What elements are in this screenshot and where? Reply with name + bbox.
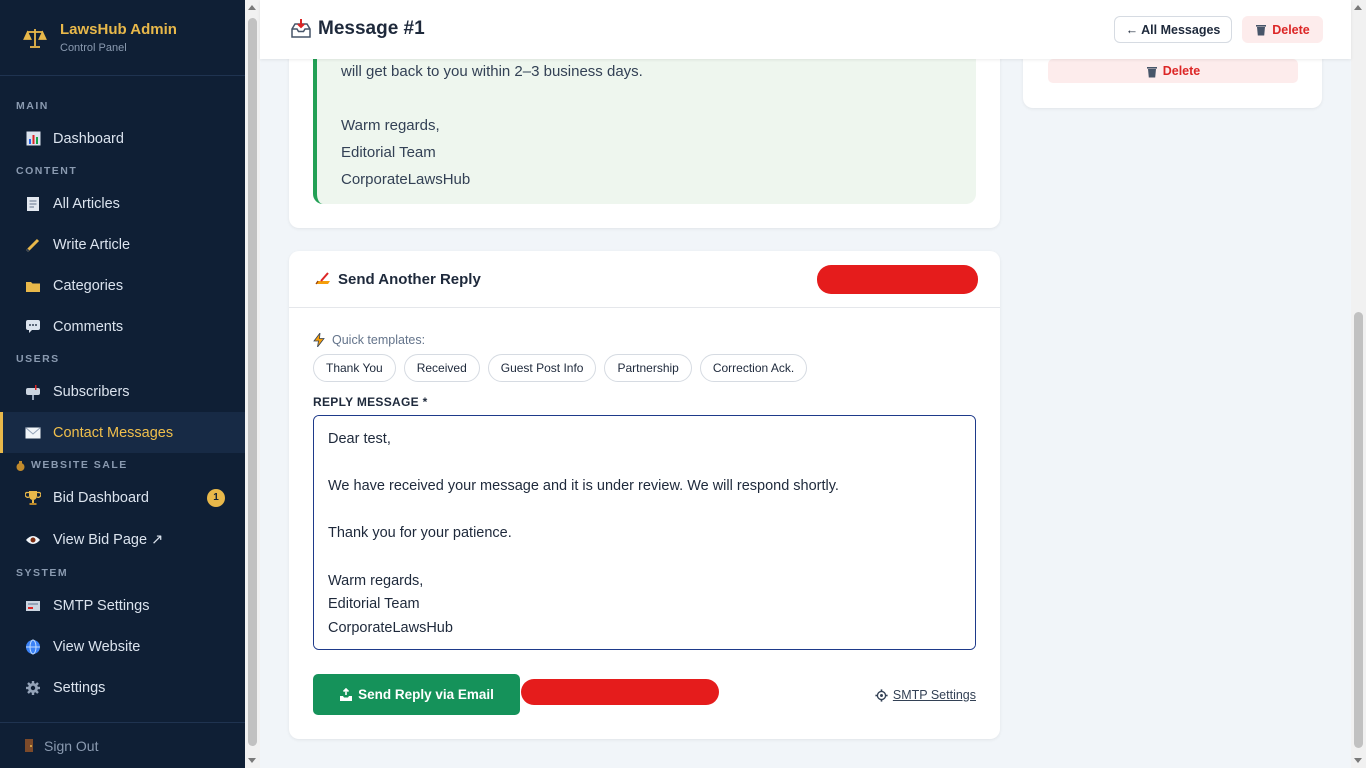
reply-line: CorporateLawsHub (341, 171, 471, 188)
sidebar-item-label: View Website (53, 638, 141, 655)
sidebar-item-label: Settings (53, 679, 106, 696)
template-chip-guest-post-info[interactable]: Guest Post Info (487, 354, 597, 382)
brand-title: LawsHub Admin (60, 21, 177, 38)
door-icon (22, 738, 36, 754)
smtp-settings-link[interactable]: SMTP Settings (875, 688, 976, 702)
mail-server-icon (25, 598, 41, 614)
sidebar-item-dashboard[interactable]: Dashboard (0, 118, 245, 159)
template-chip-received[interactable]: Received (403, 354, 480, 382)
page-title: Message #1 (290, 18, 425, 40)
sidebar-item-bid-dashboard[interactable]: Bid Dashboard 1 (0, 477, 245, 518)
sidebar-item-label: Contact Messages (53, 424, 174, 441)
template-chip-thank-you[interactable]: Thank You (313, 354, 396, 382)
topbar: Message #1 ← All Messages Delete (260, 0, 1351, 59)
memo-icon (25, 196, 41, 212)
scroll-up-arrow[interactable] (248, 5, 256, 10)
reply-message-label: REPLY MESSAGE * (313, 395, 428, 409)
trash-icon (1146, 65, 1159, 78)
sidebar-item-contact-messages[interactable]: Contact Messages (0, 412, 245, 453)
pencil-icon (25, 237, 41, 253)
sidebar-item-comments[interactable]: Comments (0, 306, 245, 347)
inbox-tray-icon (290, 18, 312, 40)
section-content: CONTENT (16, 165, 78, 177)
sidebar-item-label: View Bid Page ↗ (53, 531, 164, 548)
reply-line: Editorial Team (341, 144, 436, 161)
redaction-mark (521, 679, 719, 705)
sidebar-item-settings[interactable]: Settings (0, 667, 245, 708)
envelope-icon (25, 425, 41, 441)
sidebar-item-label: Bid Dashboard (53, 489, 149, 506)
sidebar-item-view-website[interactable]: View Website (0, 626, 245, 667)
sidebar-item-categories[interactable]: Categories (0, 265, 245, 306)
send-reply-button[interactable]: Send Reply via Email (313, 674, 520, 715)
send-reply-title: Send Another Reply (338, 270, 481, 288)
sidebar-scrollbar[interactable] (245, 0, 260, 768)
reply-line: Warm regards, (341, 117, 440, 134)
template-chip-correction-ack[interactable]: Correction Ack. (699, 354, 808, 382)
gear-icon (25, 680, 41, 696)
send-reply-card: Send Another Reply Quick templates: Than… (289, 251, 1000, 739)
sidebar-item-write-article[interactable]: Write Article (0, 224, 245, 265)
sidebar-item-label: Categories (53, 277, 124, 294)
section-system: SYSTEM (16, 567, 69, 579)
sidebar-item-label: All Articles (53, 195, 120, 212)
mailbox-icon (25, 384, 41, 400)
scales-icon (22, 25, 48, 51)
quick-templates-label: Quick templates: (313, 333, 425, 347)
section-main: MAIN (16, 100, 49, 112)
scroll-down-arrow[interactable] (248, 758, 256, 763)
sidebar-item-view-bid-page[interactable]: View Bid Page ↗ (0, 518, 245, 561)
template-chips: Thank You Received Guest Post Info Partn… (313, 354, 815, 382)
sidebar-item-label: Subscribers (53, 383, 130, 400)
brand[interactable]: LawsHub Admin Control Panel (0, 0, 245, 76)
scrollbar-thumb[interactable] (248, 18, 257, 746)
reply-line: will get back to you within 2–3 business… (341, 63, 643, 80)
sidebar: LawsHub Admin Control Panel MAIN Dashboa… (0, 0, 245, 768)
delete-button[interactable]: Delete (1242, 16, 1323, 43)
scroll-down-arrow[interactable] (1354, 758, 1362, 763)
speech-bubble-icon (25, 319, 41, 335)
outbox-tray-icon (339, 687, 353, 702)
previous-reply-card: will get back to you within 2–3 business… (289, 30, 1000, 228)
sign-out-label: Sign Out (44, 737, 99, 754)
section-website-sale: WEBSITE SALE (0, 453, 245, 477)
template-chip-partnership[interactable]: Partnership (604, 354, 692, 382)
side-delete-button[interactable]: Delete (1048, 59, 1298, 83)
bar-chart-icon (25, 131, 41, 147)
brand-subtitle: Control Panel (60, 42, 127, 54)
sidebar-item-subscribers[interactable]: Subscribers (0, 371, 245, 412)
sidebar-item-label: Dashboard (53, 130, 124, 147)
all-messages-button[interactable]: ← All Messages (1114, 16, 1232, 43)
section-users: USERS (16, 353, 60, 365)
lightning-icon (313, 333, 327, 347)
scrollbar-thumb[interactable] (1354, 312, 1363, 748)
scroll-up-arrow[interactable] (1354, 5, 1362, 10)
sidebar-item-label: Write Article (53, 236, 131, 253)
money-bag-icon (16, 460, 25, 471)
sidebar-item-label: SMTP Settings (53, 597, 150, 614)
reply-line (341, 85, 976, 112)
sidebar-item-all-articles[interactable]: All Articles (0, 183, 245, 224)
folder-icon (25, 278, 41, 294)
sidebar-item-label: Comments (53, 318, 124, 335)
globe-icon (25, 639, 41, 655)
bid-count-badge: 1 (207, 488, 225, 507)
trash-icon (1255, 23, 1268, 36)
redaction-mark (817, 265, 978, 294)
page-scrollbar[interactable] (1351, 0, 1366, 768)
eye-icon (25, 532, 41, 548)
trophy-icon (25, 490, 41, 506)
writing-hand-icon (314, 270, 332, 288)
sidebar-item-smtp-settings[interactable]: SMTP Settings (0, 585, 245, 626)
reply-message-textarea[interactable]: Dear test, We have received your message… (313, 415, 976, 650)
gear-icon (875, 688, 888, 702)
sign-out-button[interactable]: Sign Out (0, 722, 245, 768)
